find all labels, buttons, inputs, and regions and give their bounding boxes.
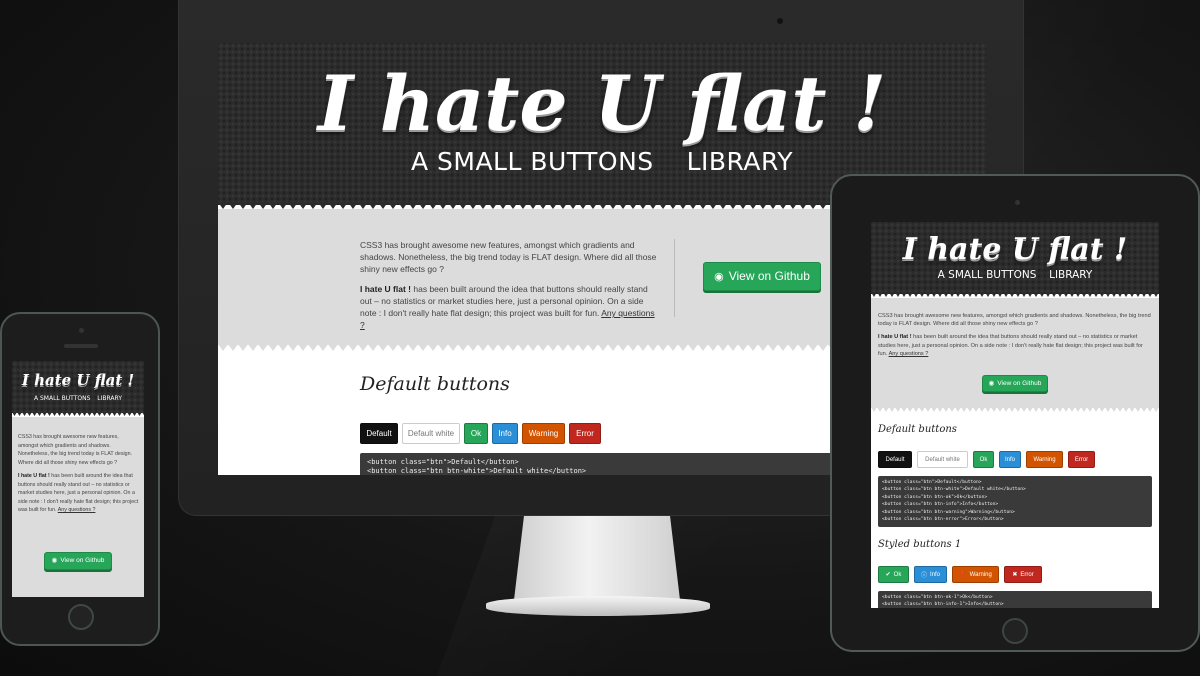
- default-button[interactable]: Default: [360, 423, 398, 444]
- tablet-error-button[interactable]: Error: [1068, 451, 1095, 468]
- tablet-styled-error-label: Error: [1020, 571, 1034, 578]
- phone-home-button: [68, 604, 94, 630]
- phone-speaker: [64, 344, 98, 348]
- github-icon: ◉: [714, 271, 724, 283]
- tablet-styled-heading: Styled buttons 1: [878, 539, 962, 550]
- monitor-stand: [514, 516, 680, 600]
- tablet-site-subtitle: A SMALL BUTTONS LIBRARY: [871, 269, 1159, 281]
- tablet-styled-info-button[interactable]: ⓘ Info: [914, 566, 947, 583]
- close-circle-icon: ✖: [1012, 572, 1018, 578]
- warning-button[interactable]: Warning: [522, 423, 565, 444]
- intro-paragraph-2: I hate U flat ! has been built around th…: [360, 283, 660, 331]
- phone-header: I hate U flat ! A SMALL BUTTONS LIBRARY: [12, 361, 144, 413]
- monitor-base: [486, 596, 710, 616]
- tablet-default-heading: Default buttons: [878, 424, 957, 435]
- tablet-subtitle-part-1: A SMALL BUTTONS: [937, 269, 1037, 281]
- tablet-questions-link[interactable]: Any questions ?: [889, 351, 929, 357]
- ok-button[interactable]: Ok: [464, 423, 488, 444]
- phone-subtitle-part-2: LIBRARY: [97, 395, 122, 402]
- tablet-styled-info-label: Info: [930, 571, 941, 578]
- tablet-styled-ok-button[interactable]: ✔ Ok: [878, 566, 909, 583]
- tablet-screen: I hate U flat ! A SMALL BUTTONS LIBRARY …: [871, 222, 1159, 608]
- info-circle-icon: ⓘ: [920, 573, 927, 579]
- phone-view-on-github-button[interactable]: ◉ View on Github: [44, 552, 112, 570]
- phone-github-label: View on Github: [60, 557, 105, 564]
- exclamation-circle-icon: ❗: [959, 572, 967, 578]
- tablet-intro-section: CSS3 has brought awesome new features, a…: [871, 298, 1159, 408]
- phone-github-icon: ◉: [51, 557, 58, 564]
- tablet-site-title: I hate U flat !: [902, 232, 1128, 267]
- check-circle-icon: ✔: [885, 572, 891, 578]
- tablet-ok-button[interactable]: Ok: [973, 451, 994, 468]
- tablet-default-code-block: <button class="btn">Default</button> <bu…: [878, 476, 1152, 527]
- github-button-label: View on Github: [728, 269, 810, 283]
- intro-paragraph-1: CSS3 has brought awesome new features, a…: [360, 240, 657, 274]
- tablet-github-icon: ◉: [988, 380, 995, 387]
- tablet-styled-error-button[interactable]: ✖ Error: [1004, 566, 1042, 583]
- phone-intro-paragraph-1: CSS3 has brought awesome new features, a…: [18, 434, 133, 466]
- default-white-button[interactable]: Default white: [402, 423, 460, 444]
- intro-divider: [674, 239, 675, 317]
- tablet-header: I hate U flat ! A SMALL BUTTONS LIBRARY: [871, 222, 1159, 294]
- tablet-styled-warning-label: Warning: [969, 571, 992, 578]
- tablet-default-button[interactable]: Default: [878, 451, 912, 468]
- tablet-home-button: [1002, 618, 1028, 644]
- site-title: I hate U flat !: [317, 59, 887, 148]
- phone-intro-section: CSS3 has brought awesome new features, a…: [12, 417, 144, 597]
- monitor-camera: [777, 18, 783, 24]
- site-subtitle: A SMALL BUTTONS LIBRARY: [218, 147, 986, 176]
- subtitle-part-1: A SMALL BUTTONS: [410, 147, 654, 176]
- tablet-intro-zigzag: [871, 407, 1159, 413]
- intro-text: CSS3 has brought awesome new features, a…: [360, 239, 660, 331]
- phone-intro-brand: I hate U flat !: [18, 473, 50, 479]
- phone-site-subtitle: A SMALL BUTTONS LIBRARY: [12, 395, 144, 402]
- tablet-styled-code-block: <button class="btn btn-ok-1">Ok</button>…: [878, 591, 1152, 608]
- tablet-intro-paragraph-2: I hate U flat ! has been built around th…: [878, 333, 1152, 358]
- default-buttons-row: Default Default white Ok Info Warning Er…: [360, 423, 601, 444]
- error-button[interactable]: Error: [569, 423, 601, 444]
- phone-subtitle-part-1: A SMALL BUTTONS: [33, 395, 91, 402]
- phone-screen: I hate U flat ! A SMALL BUTTONS LIBRARY …: [12, 361, 144, 597]
- tablet-info-button[interactable]: Info: [999, 451, 1021, 468]
- intro-brand: I hate U flat !: [360, 284, 412, 294]
- view-on-github-button[interactable]: ◉ View on Github: [703, 262, 821, 291]
- tablet-styled-buttons-row: ✔ Ok ⓘ Info ❗ Warning ✖ Error: [878, 566, 1042, 583]
- tablet-intro-text: CSS3 has brought awesome new features, a…: [878, 312, 1152, 358]
- tablet-default-buttons-row: Default Default white Ok Info Warning Er…: [878, 451, 1095, 468]
- phone-intro-paragraph-2: I hate U flat ! has been built around th…: [18, 472, 140, 515]
- phone-intro-text: CSS3 has brought awesome new features, a…: [18, 433, 140, 515]
- tablet-view-on-github-button[interactable]: ◉ View on Github: [982, 375, 1048, 392]
- info-button[interactable]: Info: [492, 423, 518, 444]
- phone-site-title: I hate U flat !: [21, 371, 135, 389]
- tablet-styled-ok-label: Ok: [893, 571, 902, 578]
- subtitle-part-2: LIBRARY: [686, 147, 794, 176]
- tablet-github-label: View on Github: [997, 380, 1042, 387]
- default-buttons-heading: Default buttons: [360, 373, 510, 395]
- tablet-intro-paragraph-1: CSS3 has brought awesome new features, a…: [878, 313, 1151, 328]
- tablet-styled-warning-button[interactable]: ❗ Warning: [952, 566, 999, 583]
- tablet-intro-brand: I hate U flat !: [878, 334, 912, 341]
- tablet-subtitle-part-2: LIBRARY: [1049, 269, 1093, 281]
- tablet-default-white-button[interactable]: Default white: [917, 451, 968, 468]
- phone-camera: [79, 328, 84, 333]
- phone-questions-link[interactable]: Any questions ?: [58, 507, 96, 513]
- tablet-warning-button[interactable]: Warning: [1026, 451, 1063, 468]
- tablet-camera: [1015, 200, 1020, 205]
